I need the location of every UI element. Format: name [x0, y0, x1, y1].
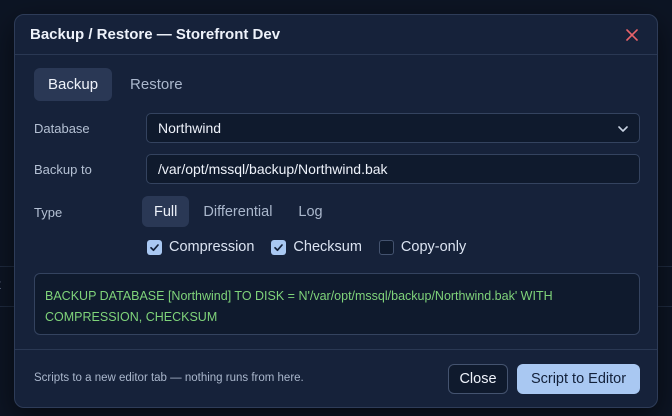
unchecked-box-icon — [378, 239, 394, 255]
close-icon[interactable] — [622, 25, 642, 45]
checkmark-icon — [147, 239, 162, 255]
backup-path-value: /var/opt/mssql/backup/Northwind.bak — [158, 161, 388, 177]
dialog-titlebar: Backup / Restore — Storefront Dev — [15, 15, 657, 55]
backup-type-selector: Full Differential Log — [142, 196, 335, 227]
script-line: COMPRESSION, CHECKSUM — [45, 310, 218, 324]
type-log-option[interactable]: Log — [286, 196, 334, 227]
checksum-checkbox[interactable]: Checksum — [271, 239, 362, 255]
tab-backup[interactable]: Backup — [34, 68, 113, 101]
copy-only-label: Copy-only — [400, 239, 467, 255]
backup-path-input[interactable]: /var/opt/mssql/backup/Northwind.bak — [146, 154, 640, 184]
footer-divider — [15, 349, 657, 350]
type-full-option[interactable]: Full — [142, 196, 190, 227]
type-differential-option[interactable]: Differential — [191, 196, 284, 227]
close-button[interactable]: Close — [448, 364, 508, 394]
compression-checkbox[interactable]: Compression — [147, 239, 254, 255]
backup-to-label: Backup to — [34, 162, 92, 177]
checksum-label: Checksum — [293, 239, 362, 255]
background-text-fragment: t — [0, 276, 1, 292]
checkmark-icon — [271, 239, 287, 255]
database-select[interactable]: Northwind — [146, 113, 640, 143]
type-label: Type — [34, 205, 63, 220]
database-label: Database — [34, 121, 90, 136]
backup-options: Compression Checksum Copy-only — [147, 239, 466, 255]
database-value: Northwind — [158, 120, 222, 136]
script-line: BACKUP DATABASE [Northwind] TO DISK = N'… — [45, 289, 553, 303]
footer-hint: Scripts to a new editor tab — nothing ru… — [34, 372, 304, 384]
chevron-down-icon — [617, 122, 629, 138]
compression-label: Compression — [169, 239, 255, 255]
sql-script-preview: BACKUP DATABASE [Northwind] TO DISK = N'… — [34, 273, 640, 335]
script-to-editor-button[interactable]: Script to Editor — [517, 364, 640, 394]
backup-restore-dialog: Backup / Restore — Storefront Dev Backup… — [14, 14, 658, 408]
dialog-title: Backup / Restore — Storefront Dev — [30, 26, 281, 43]
tab-bar: Backup Restore — [34, 68, 197, 101]
copy-only-checkbox[interactable]: Copy-only — [378, 239, 467, 255]
tab-restore[interactable]: Restore — [116, 68, 197, 101]
